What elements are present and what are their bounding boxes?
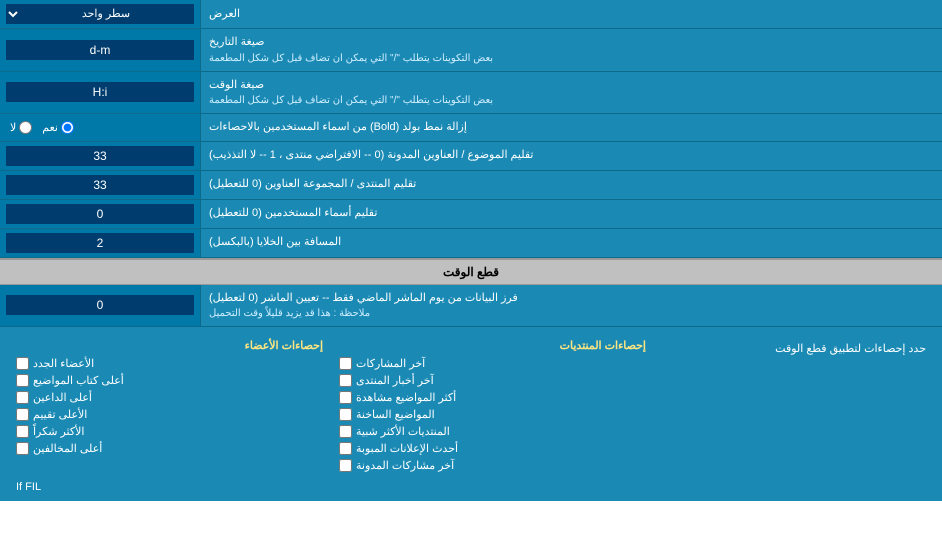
bold-no-label[interactable]: لا xyxy=(10,121,32,134)
checkbox-latest-posts-input[interactable] xyxy=(339,357,352,370)
time-format-row: صيغة الوقت بعض التكوينات يتطلب "/" التي … xyxy=(0,72,942,115)
bold-remove-row: إزالة نمط بولد (Bold) من اسماء المستخدمي… xyxy=(0,114,942,142)
checkbox-top-rated-input[interactable] xyxy=(16,408,29,421)
bold-yes-label[interactable]: نعم xyxy=(42,121,74,134)
checkbox-top-writers: أعلى كتاب المواضيع xyxy=(16,372,323,389)
date-format-label: صيغة التاريخ بعض التكوينات يتطلب "/" الت… xyxy=(200,29,942,71)
checkbox-top-violators-input[interactable] xyxy=(16,442,29,455)
bold-no-text: لا xyxy=(10,121,16,134)
cell-space-label: المسافة بين الخلايا (بالبكسل) xyxy=(200,229,942,257)
checkbox-new-members-input[interactable] xyxy=(16,357,29,370)
checkbox-forum-news-input[interactable] xyxy=(339,374,352,387)
date-format-input-cell xyxy=(0,29,200,71)
forum-trim-input-cell xyxy=(0,171,200,199)
time-format-title: صيغة الوقت xyxy=(209,77,264,94)
time-cut-input[interactable] xyxy=(6,295,194,315)
username-trim-input[interactable] xyxy=(6,204,194,224)
display-mode-select[interactable]: سطر واحد سطران ثلاثة أسطر xyxy=(6,4,194,24)
checkbox-new-members: الأعضاء الجدد xyxy=(16,355,323,372)
forum-trim-input[interactable] xyxy=(6,175,194,195)
checkbox-similar-forums-input[interactable] xyxy=(339,425,352,438)
checkbox-top-inviters-input[interactable] xyxy=(16,391,29,404)
username-trim-label: تقليم أسماء المستخدمين (0 للتعطيل) xyxy=(200,200,942,228)
checkbox-latest-posts: آخر المشاركات xyxy=(339,355,646,372)
checkboxes-area: حدد إحصاءات لتطبيق قطع الوقت إحصاءات الم… xyxy=(0,327,942,501)
checkbox-top-rated: الأعلى تقييم xyxy=(16,406,323,423)
checkbox-top-writers-label: أعلى كتاب المواضيع xyxy=(33,374,124,387)
if-fil-label: If FIL xyxy=(8,478,934,496)
time-cut-section-header: قطع الوقت xyxy=(0,258,942,285)
checkboxes-layout: حدد إحصاءات لتطبيق قطع الوقت إحصاءات الم… xyxy=(8,332,934,478)
checkbox-top-rated-label: الأعلى تقييم xyxy=(33,408,87,421)
time-format-input[interactable] xyxy=(6,82,194,102)
checkbox-top-inviters: أعلى الداعين xyxy=(16,389,323,406)
date-format-row: صيغة التاريخ بعض التكوينات يتطلب "/" الت… xyxy=(0,29,942,72)
checkbox-most-thanks-input[interactable] xyxy=(16,425,29,438)
checkbox-similar-forums: المنتديات الأكثر شبية xyxy=(339,423,646,440)
display-mode-label: العرض xyxy=(200,0,942,28)
checkbox-top-violators-label: أعلى المخالفين xyxy=(33,442,102,455)
checkbox-blog-posts-input[interactable] xyxy=(339,459,352,472)
forum-trim-label: تقليم المنتدى / المجموعة العناوين (0 للت… xyxy=(200,171,942,199)
checkbox-new-members-label: الأعضاء الجدد xyxy=(33,357,94,370)
checkbox-similar-forums-label: المنتديات الأكثر شبية xyxy=(356,425,450,438)
bold-remove-radio-cell: نعم لا xyxy=(0,114,200,141)
time-cut-title: فرز البيانات من يوم الماشر الماضي فقط --… xyxy=(209,290,518,307)
forum-stats-group: إحصاءات المنتديات آخر المشاركات آخر أخبا… xyxy=(331,332,654,478)
checkbox-most-viewed: أكثر المواضيع مشاهدة xyxy=(339,389,646,406)
time-format-input-cell xyxy=(0,72,200,114)
checkbox-blog-posts-label: آخر مشاركات المدونة xyxy=(356,459,454,472)
checkbox-forum-news: آخر أخبار المنتدى xyxy=(339,372,646,389)
checkbox-top-violators: أعلى المخالفين xyxy=(16,440,323,457)
time-cut-row: فرز البيانات من يوم الماشر الماضي فقط --… xyxy=(0,285,942,328)
title-trim-label: تقليم الموضوع / العناوين المدونة (0 -- ا… xyxy=(200,142,942,170)
display-mode-row: العرض سطر واحد سطران ثلاثة أسطر xyxy=(0,0,942,29)
username-trim-input-cell xyxy=(0,200,200,228)
forum-trim-row: تقليم المنتدى / المجموعة العناوين (0 للت… xyxy=(0,171,942,200)
forum-stats-title: إحصاءات المنتديات xyxy=(339,336,646,355)
time-cut-input-cell xyxy=(0,285,200,327)
bold-remove-label: إزالة نمط بولد (Bold) من اسماء المستخدمي… xyxy=(200,114,942,141)
time-format-label: صيغة الوقت بعض التكوينات يتطلب "/" التي … xyxy=(200,72,942,114)
checkbox-most-viewed-input[interactable] xyxy=(339,391,352,404)
cell-space-input[interactable] xyxy=(6,233,194,253)
cell-space-input-cell xyxy=(0,229,200,257)
time-cut-note: ملاحظة : هذا قد يزيد قليلاً وقت التحميل xyxy=(209,306,370,321)
checkbox-most-thanks: الأكثر شكراً xyxy=(16,423,323,440)
time-cut-section-title: قطع الوقت xyxy=(443,265,499,279)
checkbox-most-viewed-label: أكثر المواضيع مشاهدة xyxy=(356,391,456,404)
bold-no-radio[interactable] xyxy=(19,121,32,134)
checkbox-blog-posts: آخر مشاركات المدونة xyxy=(339,457,646,474)
bold-yes-text: نعم xyxy=(42,121,58,134)
bold-yes-radio[interactable] xyxy=(61,121,74,134)
time-format-sublabel: بعض التكوينات يتطلب "/" التي يمكن ان تضا… xyxy=(209,93,493,108)
checkbox-classifieds-label: أحدث الإعلانات المبوبة xyxy=(356,442,458,455)
title-trim-row: تقليم الموضوع / العناوين المدونة (0 -- ا… xyxy=(0,142,942,171)
date-format-input[interactable] xyxy=(6,40,194,60)
member-stats-title: إحصاءات الأعضاء xyxy=(16,336,323,355)
checkbox-classifieds: أحدث الإعلانات المبوبة xyxy=(339,440,646,457)
title-trim-input-cell xyxy=(0,142,200,170)
checkbox-hot-topics: المواضيع الساخنة xyxy=(339,406,646,423)
checkbox-top-inviters-label: أعلى الداعين xyxy=(33,391,92,404)
checkbox-hot-topics-input[interactable] xyxy=(339,408,352,421)
checkbox-hot-topics-label: المواضيع الساخنة xyxy=(356,408,435,421)
checkbox-forum-news-label: آخر أخبار المنتدى xyxy=(356,374,434,387)
checkbox-latest-posts-label: آخر المشاركات xyxy=(356,357,425,370)
member-stats-group: إحصاءات الأعضاء الأعضاء الجدد أعلى كتاب … xyxy=(8,332,331,478)
display-mode-input-cell: سطر واحد سطران ثلاثة أسطر xyxy=(0,0,200,28)
checkbox-classifieds-input[interactable] xyxy=(339,442,352,455)
checkbox-most-thanks-label: الأكثر شكراً xyxy=(33,425,84,438)
title-trim-input[interactable] xyxy=(6,146,194,166)
cell-space-row: المسافة بين الخلايا (بالبكسل) xyxy=(0,229,942,258)
username-trim-row: تقليم أسماء المستخدمين (0 للتعطيل) xyxy=(0,200,942,229)
checkbox-top-writers-input[interactable] xyxy=(16,374,29,387)
time-cut-label: فرز البيانات من يوم الماشر الماضي فقط --… xyxy=(200,285,942,327)
date-format-title: صيغة التاريخ xyxy=(209,34,264,51)
limit-label: حدد إحصاءات لتطبيق قطع الوقت xyxy=(654,332,934,478)
date-format-sublabel: بعض التكوينات يتطلب "/" التي يمكن ان تضا… xyxy=(209,51,493,66)
